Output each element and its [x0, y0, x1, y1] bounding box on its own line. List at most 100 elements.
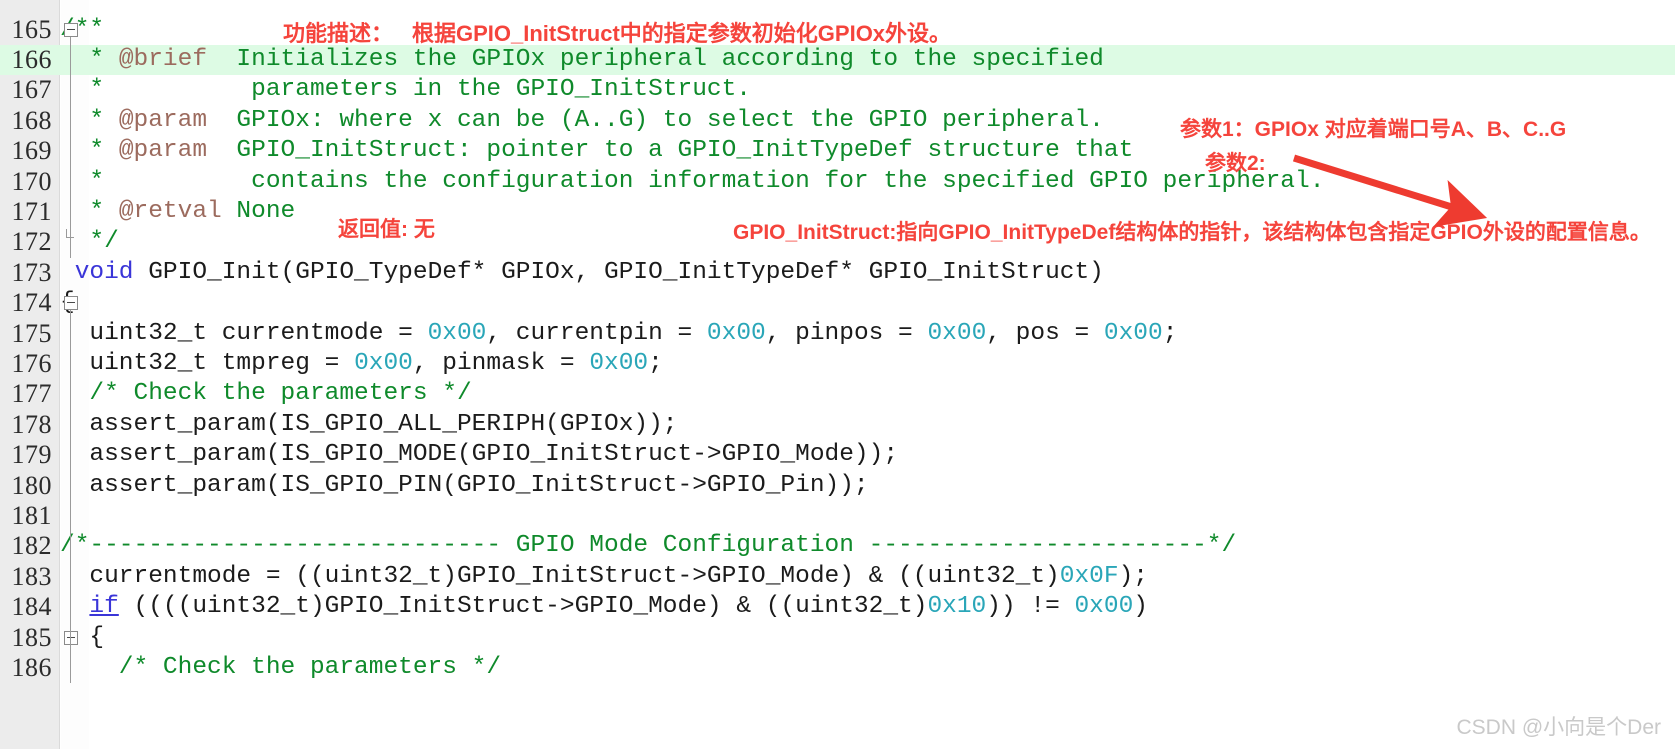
- code-editor-screenshot: 164 165/**166 * @brief Initializes the G…: [0, 0, 1675, 749]
- code-text[interactable]: currentmode = ((uint32_t)GPIO_InitStruct…: [60, 562, 1148, 592]
- code-token-kw-u: if: [89, 593, 119, 621]
- code-line-row[interactable]: 174{: [0, 288, 1675, 318]
- fold-collapse-icon[interactable]: [64, 296, 78, 311]
- code-token-cmt: None: [221, 197, 296, 225]
- line-number: 171: [11, 196, 52, 226]
- code-token-kw: void: [74, 258, 134, 286]
- csdn-watermark: CSDN @小向是个Der: [1456, 716, 1662, 739]
- code-text[interactable]: /*---------------------------- GPIO Mode…: [60, 531, 1236, 561]
- code-line-row[interactable]: 177 /* Check the parameters */: [0, 379, 1675, 409]
- code-line-row[interactable]: 183 currentmode = ((uint32_t)GPIO_InitSt…: [0, 562, 1675, 592]
- code-line-row[interactable]: 182 /*---------------------------- GPIO M…: [0, 531, 1675, 561]
- code-line-row[interactable]: 167 * parameters in the GPIO_InitStruct.: [0, 75, 1675, 105]
- code-token-tag: @param: [118, 106, 208, 134]
- partial-line-number-text: 164: [13, 0, 52, 4]
- code-text[interactable]: assert_param(IS_GPIO_MODE(GPIO_InitStruc…: [60, 440, 898, 470]
- annotation-function-desc-label: 功能描述：: [283, 21, 394, 46]
- code-token-num: 0x00: [589, 349, 649, 377]
- code-line-row[interactable]: 166 * @brief Initializes the GPIOx perip…: [0, 44, 1675, 76]
- code-token-num: 0x00: [1074, 593, 1134, 621]
- code-line-row[interactable]: 173 void GPIO_Init(GPIO_TypeDef* GPIOx, …: [0, 258, 1675, 288]
- line-number: 186: [11, 652, 52, 682]
- code-token-pln: ): [1133, 593, 1148, 621]
- line-number: 185: [11, 622, 52, 652]
- code-token-pln: currentmode = ((uint32_t)GPIO_InitStruct…: [60, 562, 1060, 590]
- line-number: 175: [11, 318, 52, 348]
- line-number: 169: [11, 136, 52, 166]
- line-number: 174: [11, 288, 52, 318]
- code-line-row[interactable]: 176 uint32_t tmpreg = 0x00, pinmask = 0x…: [0, 349, 1675, 379]
- code-token-cmt: Initializes the GPIOx peripheral accordi…: [207, 45, 1104, 73]
- code-text[interactable]: uint32_t currentmode = 0x00, currentpin …: [60, 319, 1177, 349]
- code-text[interactable]: uint32_t tmpreg = 0x00, pinmask = 0x00;: [60, 349, 663, 379]
- code-token-cmt: *: [60, 197, 119, 225]
- code-token-tag: @retval: [118, 197, 222, 225]
- line-number: 170: [11, 166, 52, 196]
- fold-rail: [70, 310, 71, 684]
- line-number: 167: [11, 75, 52, 105]
- code-line-row[interactable]: 179 assert_param(IS_GPIO_MODE(GPIO_InitS…: [0, 440, 1675, 470]
- code-token-num: 0x00: [1103, 319, 1163, 347]
- code-token-cmt: * parameters in the GPIO_InitStruct.: [60, 76, 752, 104]
- code-token-num: 0x00: [354, 349, 413, 377]
- line-number: 177: [11, 379, 52, 409]
- fold-collapse-icon[interactable]: [64, 630, 78, 645]
- code-token-num: 0x10: [927, 593, 987, 621]
- code-token-pln: , pinmask =: [412, 349, 590, 377]
- line-number: 180: [11, 470, 52, 500]
- code-token-cmt: /* Check the parameters */: [60, 380, 472, 408]
- code-line-row[interactable]: 175 uint32_t currentmode = 0x00, current…: [0, 319, 1675, 349]
- code-token-pln: );: [1118, 562, 1148, 590]
- code-line-row[interactable]: 180 assert_param(IS_GPIO_PIN(GPIO_InitSt…: [0, 471, 1675, 501]
- line-number: 184: [11, 592, 52, 622]
- code-token-num: 0x00: [427, 319, 487, 347]
- code-token-pln: , pinpos =: [765, 319, 928, 347]
- code-token-cmt: *: [60, 45, 119, 73]
- line-number: 172: [11, 227, 52, 257]
- code-line-row[interactable]: 181: [0, 501, 1675, 531]
- code-line-row[interactable]: 186 /* Check the parameters */: [0, 653, 1675, 683]
- fold-collapse-icon[interactable]: [64, 22, 78, 37]
- annotation-function-desc-text: 根据GPIO_InitStruct中的指定参数初始化GPIOx外设。: [412, 21, 952, 46]
- code-text[interactable]: * @param GPIO_InitStruct: pointer to a G…: [60, 136, 1133, 166]
- code-token-pln: GPIO_Init(GPIO_TypeDef* GPIOx, GPIO_Init…: [133, 258, 1104, 286]
- code-token-pln: ;: [648, 349, 663, 377]
- annotation-param2-detail: GPIO_InitStruct:指向GPIO_InitTypeDef结构体的指针…: [733, 221, 1651, 244]
- code-line-row[interactable]: 170 * contains the configuration informa…: [0, 167, 1675, 197]
- code-token-pln: assert_param(IS_GPIO_PIN(GPIO_InitStruct…: [60, 471, 869, 499]
- annotation-param1: 参数1：GPIOx 对应着端口号A、B、C..G: [1180, 118, 1567, 141]
- code-text[interactable]: * contains the configuration information…: [60, 167, 1324, 197]
- code-line-row[interactable]: 178 assert_param(IS_GPIO_ALL_PERIPH(GPIO…: [0, 410, 1675, 440]
- code-text[interactable]: /* Check the parameters */: [60, 653, 501, 683]
- line-number: 166: [11, 44, 52, 74]
- code-token-num: 0x00: [927, 319, 987, 347]
- line-number: 183: [11, 561, 52, 591]
- code-text[interactable]: assert_param(IS_GPIO_ALL_PERIPH(GPIOx));: [60, 410, 678, 440]
- code-token-cmt: GPIO_InitStruct: pointer to a GPIO_InitT…: [207, 137, 1134, 165]
- code-token-pln: uint32_t tmpreg =: [60, 349, 355, 377]
- code-text[interactable]: * @param GPIOx: where x can be (A..G) to…: [60, 106, 1104, 136]
- code-token-pln: , pos =: [986, 319, 1104, 347]
- code-token-cmt: * contains the configuration information…: [60, 167, 1325, 195]
- code-token-pln: )) !=: [986, 593, 1075, 621]
- code-text[interactable]: * @retval None: [60, 197, 295, 227]
- code-text[interactable]: * parameters in the GPIO_InitStruct.: [60, 75, 751, 105]
- code-line-row[interactable]: 185 {: [0, 623, 1675, 653]
- code-token-pln: assert_param(IS_GPIO_ALL_PERIPH(GPIOx));: [60, 410, 678, 438]
- code-token-tag: @brief: [118, 45, 208, 73]
- code-text[interactable]: /* Check the parameters */: [60, 379, 472, 409]
- annotation-param2: 参数2:: [1205, 152, 1266, 175]
- annotation-retval: 返回值: 无: [338, 218, 435, 241]
- code-token-tag: @param: [118, 137, 208, 165]
- code-text[interactable]: if ((((uint32_t)GPIO_InitStruct->GPIO_Mo…: [60, 592, 1148, 622]
- code-line-row[interactable]: 184 if ((((uint32_t)GPIO_InitStruct->GPI…: [0, 592, 1675, 622]
- line-number: 179: [11, 440, 52, 470]
- code-text[interactable]: void GPIO_Init(GPIO_TypeDef* GPIOx, GPIO…: [60, 258, 1104, 288]
- line-number: 173: [11, 257, 52, 287]
- code-text[interactable]: assert_param(IS_GPIO_PIN(GPIO_InitStruct…: [60, 471, 869, 501]
- code-token-cmt: /* Check the parameters */: [60, 653, 502, 681]
- code-token-pln: ;: [1162, 319, 1178, 347]
- code-text[interactable]: * @brief Initializes the GPIOx periphera…: [60, 45, 1104, 75]
- fold-rail: [70, 36, 71, 258]
- code-token-cmt: /*---------------------------- GPIO Mode…: [60, 532, 1237, 560]
